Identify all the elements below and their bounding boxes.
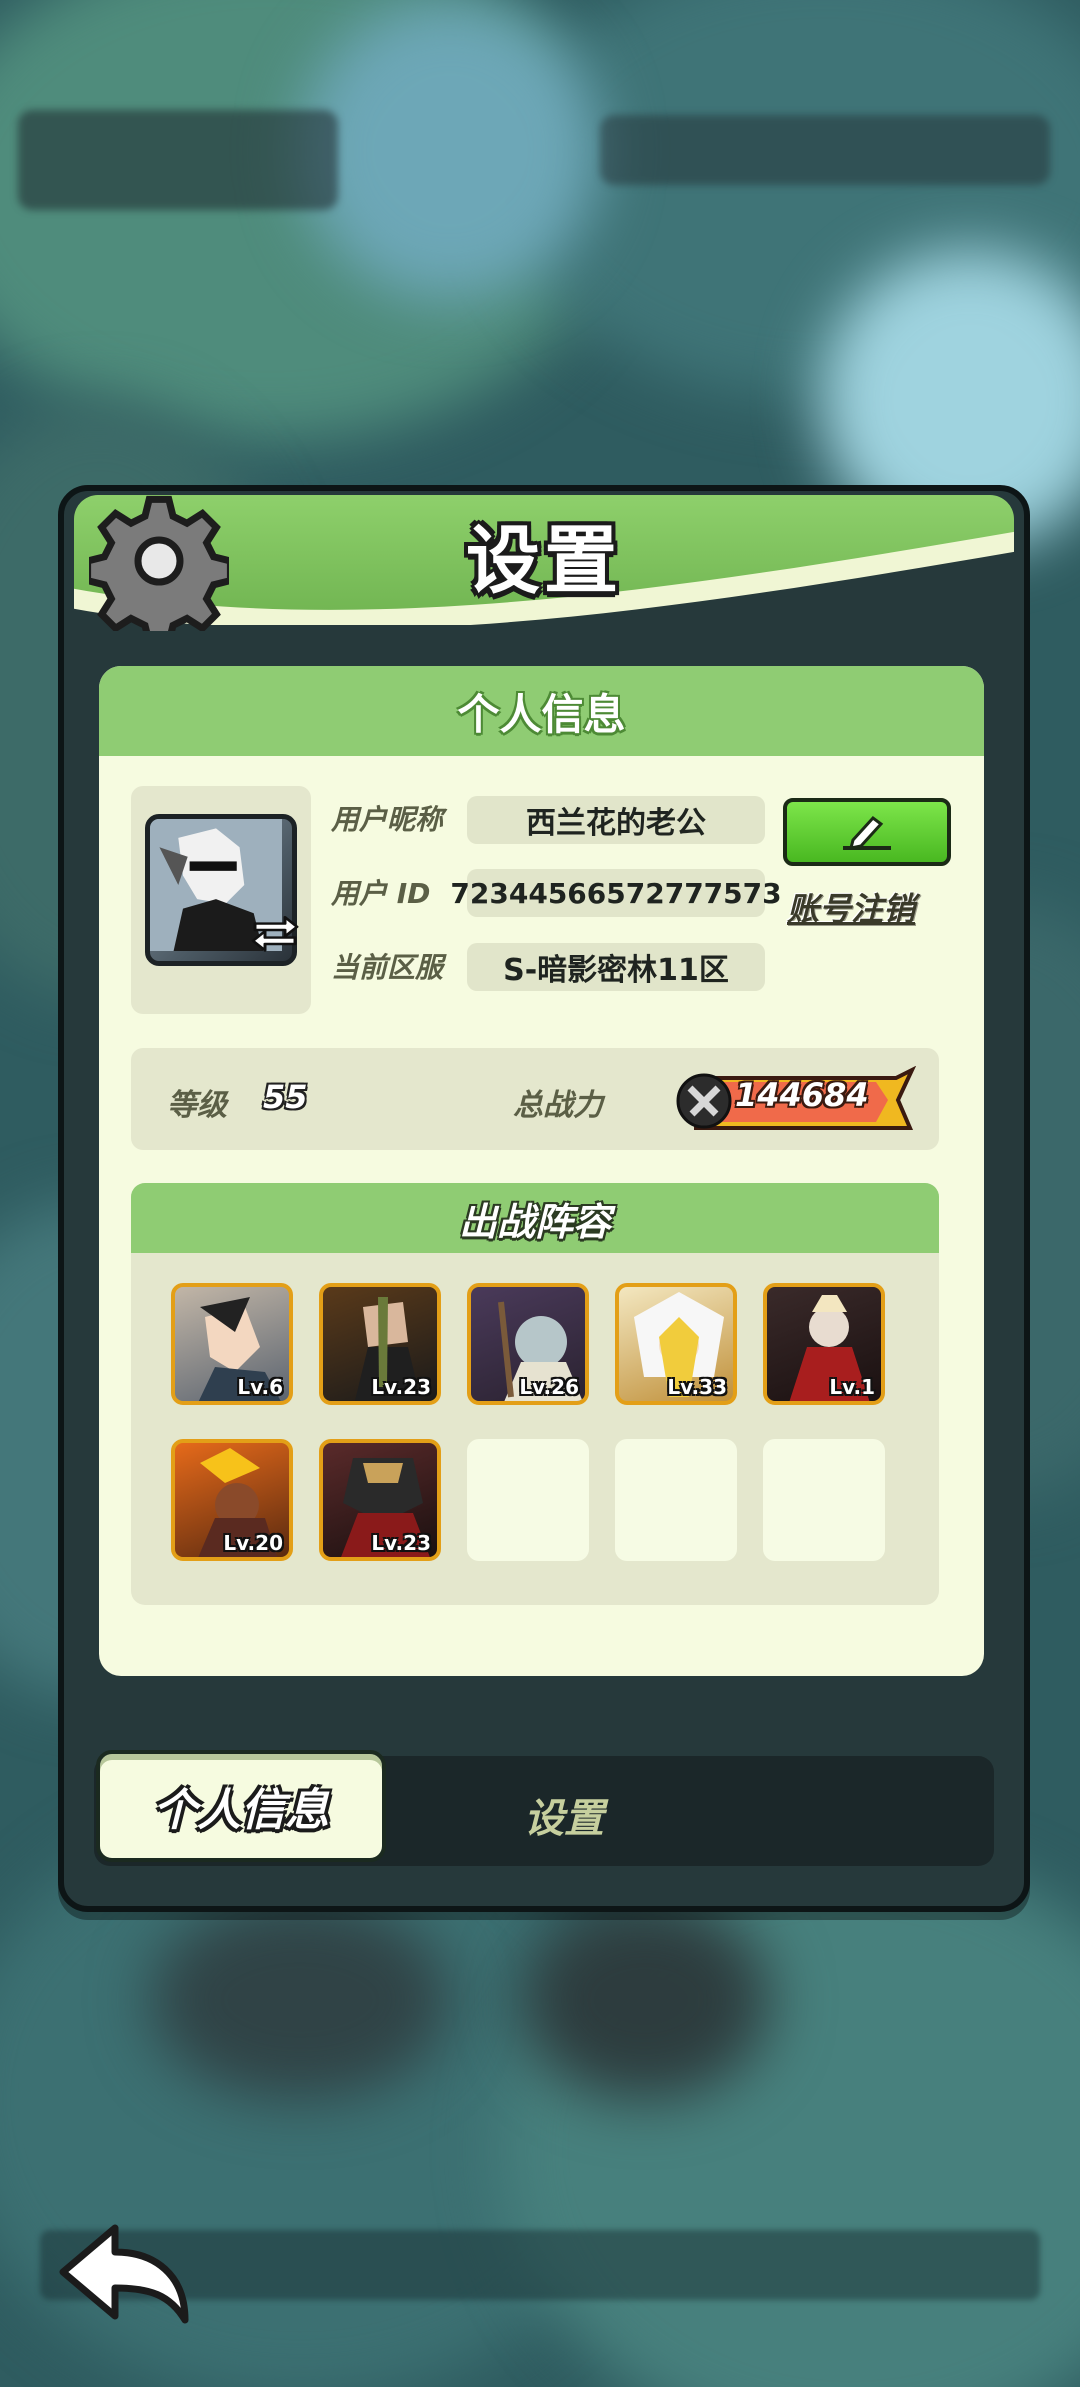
swap-icon[interactable] [251, 916, 299, 960]
hero-level: Lv.26 [519, 1375, 579, 1399]
tab-personal-info[interactable]: 个人信息 [96, 1750, 386, 1862]
hero-slot-7[interactable]: Lv.23 [319, 1439, 441, 1561]
hero-level: Lv.23 [371, 1531, 431, 1555]
settings-dialog: 设置 个人信息 用户昵称 西兰花的老公 用户 ID 72344566572777… [58, 485, 1030, 1912]
hero-slot-4[interactable]: Lv.33 [615, 1283, 737, 1405]
nickname-label: 用户昵称 [331, 803, 444, 836]
edit-pencil-icon [843, 815, 891, 850]
lineup-header: 出战阵容 [131, 1183, 939, 1253]
hero-slot-1[interactable]: Lv.6 [171, 1283, 293, 1405]
power-value: 144684 [735, 1076, 869, 1114]
hero-level: Lv.6 [237, 1375, 283, 1399]
hero-slot-3[interactable]: Lv.26 [467, 1283, 589, 1405]
tab-bar: 个人信息 设置 [94, 1750, 994, 1866]
hero-slot-2[interactable]: Lv.23 [319, 1283, 441, 1405]
tab-personal-info-label: 个人信息 [153, 1785, 329, 1836]
cancel-account-link[interactable]: 账号注销 [787, 884, 915, 930]
level-value: 55 [263, 1078, 308, 1116]
user-id-label: 用户 ID [331, 877, 431, 910]
hero-level: Lv.20 [223, 1531, 283, 1555]
empty-slot[interactable] [763, 1439, 885, 1561]
server-label: 当前区服 [331, 951, 444, 984]
stats-bar: 等级 55 总战力 144684 [131, 1048, 939, 1150]
profile-panel: 个人信息 用户昵称 西兰花的老公 用户 ID 72344566572777573… [99, 666, 984, 1676]
hero-level: Lv.23 [371, 1375, 431, 1399]
power-label: 总战力 [513, 1088, 603, 1123]
tab-settings[interactable]: 设置 [524, 1786, 604, 1844]
hero-level: Lv.1 [829, 1375, 875, 1399]
nickname-field: 西兰花的老公 [467, 796, 765, 844]
hero-level: Lv.33 [667, 1375, 727, 1399]
lineup-title: 出战阵容 [458, 1199, 611, 1244]
back-arrow-icon[interactable] [55, 2220, 195, 2330]
avatar-box [131, 786, 311, 1014]
dialog-title: 设置 [466, 518, 622, 604]
level-label: 等级 [167, 1088, 227, 1123]
empty-slot[interactable] [615, 1439, 737, 1561]
user-id-field: 72344566572777573 [450, 869, 782, 917]
profile-section-title: 个人信息 [457, 689, 626, 739]
hero-slot-6[interactable]: Lv.20 [171, 1439, 293, 1561]
edit-nickname-button[interactable] [783, 798, 951, 866]
lineup-section: 出战阵容 Lv.6 Lv.23 Lv.26 Lv.33 Lv.1 Lv.20 L… [131, 1183, 939, 1605]
sword-icon [676, 1073, 732, 1129]
empty-slot[interactable] [467, 1439, 589, 1561]
profile-section-header: 个人信息 [99, 666, 984, 756]
server-field: S-暗影密林11区 [467, 943, 765, 991]
hero-slot-5[interactable]: Lv.1 [763, 1283, 885, 1405]
